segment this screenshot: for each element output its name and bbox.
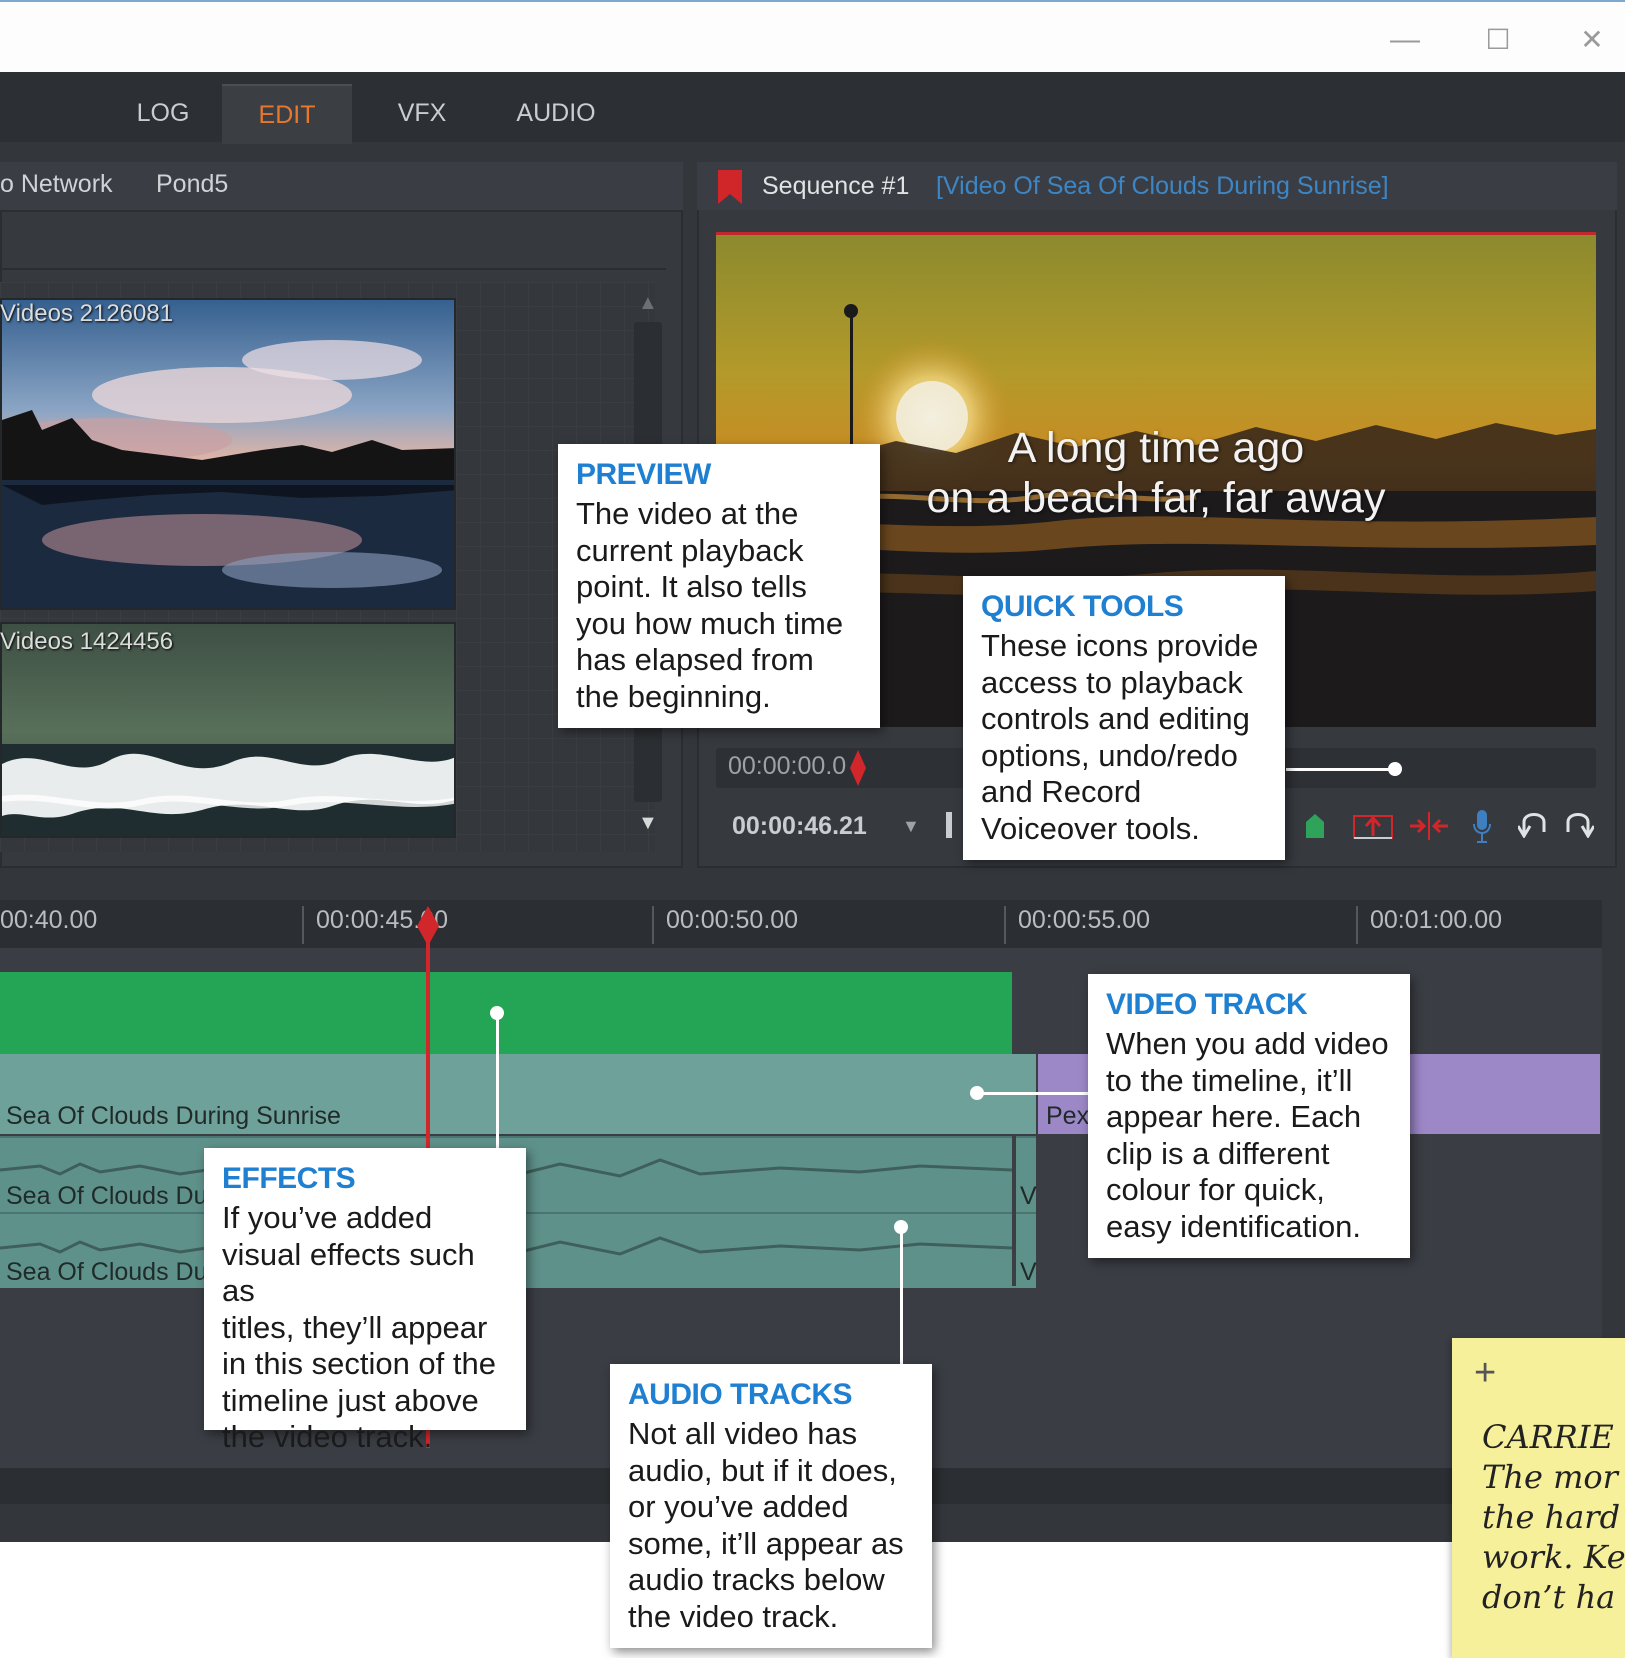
callout-effects-title: EFFECTS [222,1162,356,1195]
note-line: CARRIE [1482,1418,1614,1456]
callout-preview-title: PREVIEW [576,458,711,491]
tab-audio[interactable]: AUDIO [498,84,614,142]
sequence-name: Sequence #1 [762,172,910,200]
goto-start-icon[interactable] [946,812,952,838]
callout-quick-tools: QUICK TOOLS These icons provide access to… [963,576,1285,860]
scrub-playhead-icon[interactable] [850,750,866,786]
library-tab-network[interactable]: o Network [0,170,113,199]
callout-quick-tools-title: QUICK TOOLS [981,590,1184,623]
scroll-up-icon[interactable]: ▲ [638,292,658,315]
note-line: don’t ha [1482,1578,1616,1616]
callout-video-track-body: When you add video to the timeline, it’ll… [1106,1026,1389,1244]
ruler-tick-label: 00:00:55.00 [1018,906,1151,934]
lake-sunset-image [2,300,454,608]
tab-edit[interactable]: EDIT [222,84,352,144]
scrub-timecode: 00:00:00.0 [728,752,847,780]
redo-icon[interactable] [1562,808,1594,838]
video-track-leader [976,1092,1088,1095]
close-button[interactable]: ✕ [1572,22,1612,58]
video-track-leader-dot [970,1086,984,1100]
shore-waves-image [2,624,454,836]
audio-tracks-leader-dot [894,1220,908,1234]
bookmark-icon [718,170,742,204]
callout-effects-body: If you’ve added visual effects such as ti… [222,1200,496,1454]
video-clip-1-label: Sea Of Clouds During Sunrise [6,1102,341,1130]
callout-quick-tools-body: These icons provide access to playback co… [981,628,1259,846]
quick-tools-leader [1286,768,1396,771]
ruler-tick-label: 00:00:50.00 [666,906,799,934]
audio-clip-divider [1012,1136,1016,1286]
ruler-divider [652,906,654,944]
library-tab-pond5[interactable]: Pond5 [156,170,228,199]
sequence-clip-title: [Video Of Sea Of Clouds During Sunrise] [936,172,1389,200]
audio-tail-label: V [1020,1258,1037,1286]
plus-icon: + [1474,1352,1497,1394]
library-divider [0,268,666,270]
library-thumbnail-1[interactable] [0,298,456,610]
record-voiceover-icon[interactable] [1472,808,1492,844]
library-thumbnail-1-label: Videos 2126081 [0,300,174,327]
audio-clip-2-label: Sea Of Clouds Du [6,1258,208,1286]
preview-leader [850,310,853,445]
effects-track[interactable] [0,972,1012,1058]
quick-tools-leader-dot [1388,762,1402,776]
callout-preview: PREVIEW The video at the current playback… [558,444,880,728]
timecode-dropdown-icon[interactable]: ▼ [902,816,920,837]
ruler-tick-label: 00:01:00.00 [1370,906,1503,934]
ruler-divider [1356,906,1358,944]
minimize-button[interactable]: — [1385,22,1425,58]
audio-tail-label: V [1020,1182,1037,1210]
library-thumbnail-2-label: Videos 1424456 [0,628,174,655]
marker-icon[interactable] [1304,812,1326,840]
callout-preview-body: The video at the current playback point. … [576,496,844,714]
callout-audio-tracks: AUDIO TRACKS Not all video has audio, but… [610,1364,932,1648]
ruler-divider [1004,906,1006,944]
effects-leader-dot [490,1006,504,1020]
preview-leader-dot [844,304,858,318]
extract-icon[interactable] [1408,810,1450,842]
callout-video-track-title: VIDEO TRACK [1106,988,1308,1021]
video-clip-2-label: Pex [1046,1102,1090,1130]
undo-icon[interactable] [1518,808,1550,838]
duration-timecode: 00:00:46.21 [732,812,867,840]
lift-icon[interactable] [1352,810,1394,842]
tab-log[interactable]: LOG [110,84,216,142]
callout-audio-tracks-title: AUDIO TRACKS [628,1378,853,1411]
ruler-divider [302,906,304,944]
timeline-ruler[interactable] [0,900,1602,948]
maximize-button[interactable]: ☐ [1478,22,1518,58]
note-line: the hard [1482,1498,1621,1536]
callout-video-track: VIDEO TRACK When you add video to the tim… [1088,974,1410,1258]
playhead-handle-icon[interactable] [417,906,439,946]
audio-clip-1-label: Sea Of Clouds Du [6,1182,208,1210]
callout-audio-tracks-body: Not all video has audio, but if it does, … [628,1416,904,1634]
window-titlebar [0,0,1625,72]
audio-tracks-leader [900,1226,903,1364]
effects-leader [496,1012,499,1148]
ruler-tick-label: 00:40.00 [0,906,98,934]
callout-effects: EFFECTS If you’ve added visual effects su… [204,1148,526,1454]
note-line: The mor [1482,1458,1618,1496]
note-line: work. Ke [1482,1538,1625,1576]
scroll-down-icon[interactable]: ▼ [638,812,658,835]
tab-vfx[interactable]: VFX [370,84,474,142]
